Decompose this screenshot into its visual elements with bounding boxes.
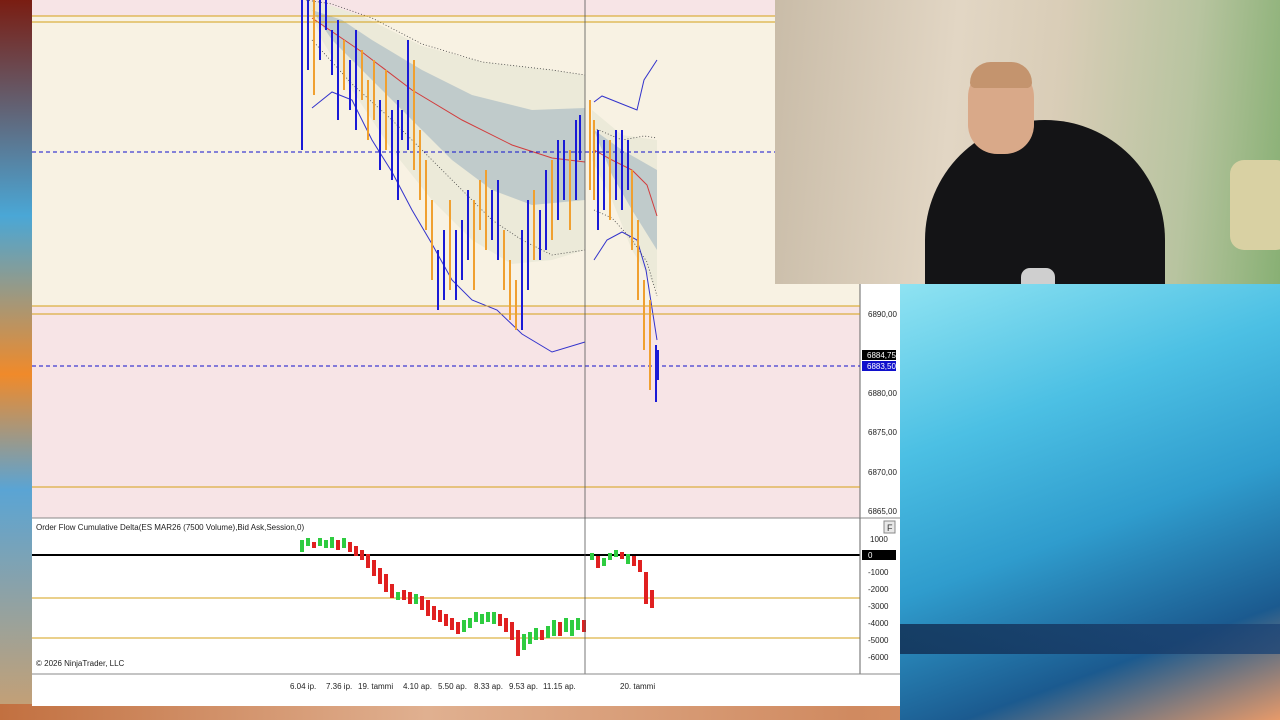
webcam-person-hair xyxy=(970,62,1032,88)
delta-candle xyxy=(644,572,648,604)
delta-candle xyxy=(590,553,594,560)
delta-candle xyxy=(390,584,394,598)
delta-candle xyxy=(608,553,612,560)
delta-candle xyxy=(474,612,478,622)
delta-candle xyxy=(408,592,412,604)
time-tick-label: 7.36 ip. xyxy=(326,682,352,691)
delta-candle xyxy=(432,606,436,620)
delta-candle xyxy=(558,622,562,636)
delta-candle xyxy=(546,626,550,638)
panel-button-label: F xyxy=(887,523,893,533)
delta-candle xyxy=(396,592,400,600)
delta-candle xyxy=(336,540,340,550)
delta-candle xyxy=(498,614,502,626)
indicator-title: Order Flow Cumulative Delta(ES MAR26 (75… xyxy=(36,523,304,532)
delta-tick-label: -1000 xyxy=(868,568,889,577)
delta-candle xyxy=(638,560,642,572)
delta-candle xyxy=(540,630,544,640)
delta-tick-label: -5000 xyxy=(868,636,889,645)
delta-candle xyxy=(582,620,586,632)
delta-candle xyxy=(480,614,484,624)
delta-candle xyxy=(384,574,388,592)
bid-price-label: 6883,50 xyxy=(867,362,896,371)
webcam-overlay xyxy=(775,0,1280,284)
price-tick-label: 6890,00 xyxy=(868,310,897,319)
delta-candle xyxy=(602,558,606,566)
delta-candle xyxy=(576,618,580,630)
delta-tick-label: 1000 xyxy=(870,535,888,544)
time-tick-label: 5.50 ap. xyxy=(438,682,467,691)
delta-candle xyxy=(534,628,538,640)
delta-candle xyxy=(444,614,448,626)
delta-candle xyxy=(650,590,654,608)
time-tick-label: 4.10 ap. xyxy=(403,682,432,691)
delta-candle xyxy=(486,612,490,622)
delta-candle xyxy=(492,612,496,624)
delta-candle xyxy=(378,568,382,584)
delta-candle xyxy=(330,537,334,548)
ninjatrader-chart-window[interactable]: 6890,00 6884,75 6883,50 6880,00 6875,00 … xyxy=(32,0,900,706)
delta-tick-label: -6000 xyxy=(868,653,889,662)
time-tick-label: 9.53 ap. xyxy=(509,682,538,691)
delta-candle xyxy=(570,620,574,636)
delta-candle xyxy=(596,556,600,568)
delta-candle xyxy=(564,618,568,632)
delta-candle xyxy=(438,610,442,622)
delta-candle xyxy=(450,618,454,630)
copyright: © 2026 NinjaTrader, LLC xyxy=(36,659,125,668)
delta-candle xyxy=(426,600,430,616)
price-tick-label: 6880,00 xyxy=(868,389,897,398)
delta-candle xyxy=(414,594,418,604)
delta-candle xyxy=(372,560,376,576)
price-tick-label: 6875,00 xyxy=(868,428,897,437)
delta-candle xyxy=(420,596,424,610)
delta-candle xyxy=(614,550,618,557)
delta-candle xyxy=(528,632,532,644)
delta-candle xyxy=(300,540,304,552)
delta-candle xyxy=(468,618,472,628)
delta-candle xyxy=(552,620,556,636)
delta-candle xyxy=(342,538,346,548)
background-left-edge xyxy=(0,0,34,720)
delta-candle xyxy=(360,550,364,560)
pink-zone-bottom xyxy=(32,306,860,518)
delta-candle xyxy=(504,618,508,632)
delta-candle xyxy=(306,538,310,546)
time-tick-label: 20. tammi xyxy=(620,682,655,691)
time-tick-label: 8.33 ap. xyxy=(474,682,503,691)
time-tick-label: 19. tammi xyxy=(358,682,393,691)
delta-zero-label: 0 xyxy=(868,551,873,560)
pink-zone-top xyxy=(32,0,860,16)
price-axis-area[interactable] xyxy=(860,284,900,518)
delta-tick-label: -4000 xyxy=(868,619,889,628)
time-tick-label: 11.15 ap. xyxy=(543,682,576,691)
price-tick-label: 6865,00 xyxy=(868,507,897,516)
delta-tick-label: -3000 xyxy=(868,602,889,611)
last-price-label: 6884,75 xyxy=(867,351,896,360)
delta-candle xyxy=(366,554,370,568)
delta-candle xyxy=(324,540,328,548)
chart-svg[interactable]: 6890,00 6884,75 6883,50 6880,00 6875,00 … xyxy=(32,0,900,706)
delta-candle xyxy=(462,620,466,632)
delta-candle xyxy=(620,552,624,559)
delta-candle xyxy=(516,630,520,656)
delta-candle xyxy=(522,634,526,650)
delta-candle xyxy=(312,542,316,548)
price-tick-label: 6870,00 xyxy=(868,468,897,477)
delta-tick-label: -2000 xyxy=(868,585,889,594)
delta-candle xyxy=(510,622,514,640)
delta-candle xyxy=(354,546,358,556)
delta-candle xyxy=(632,556,636,566)
background-right-area xyxy=(900,284,1280,720)
webcam-person-hoodie xyxy=(925,120,1165,284)
time-tick-label: 6.04 ip. xyxy=(290,682,316,691)
delta-candle xyxy=(402,590,406,600)
delta-candle xyxy=(348,542,352,552)
delta-candle xyxy=(318,538,322,546)
delta-candle xyxy=(456,622,460,634)
webcam-pillow xyxy=(1230,160,1280,250)
microphone-icon xyxy=(1021,268,1055,284)
delta-candle xyxy=(626,554,630,564)
